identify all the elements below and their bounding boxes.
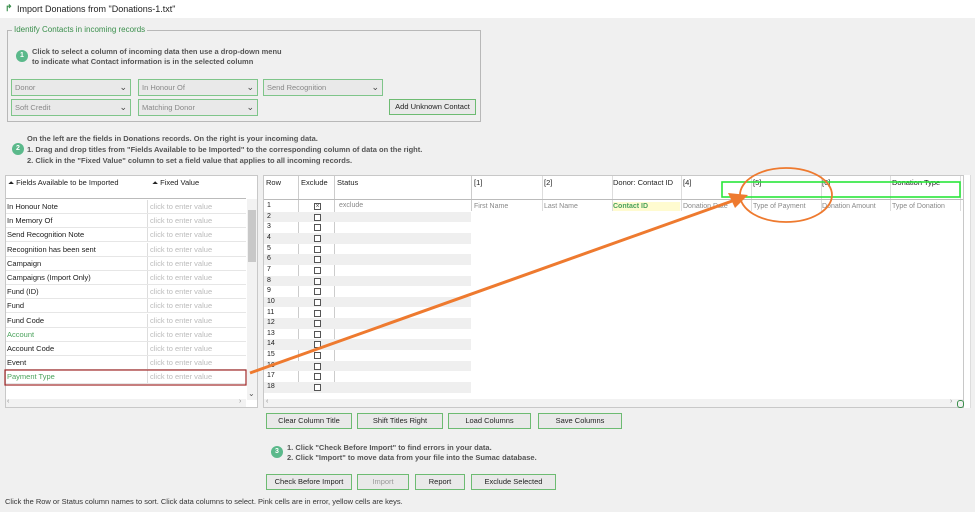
type-of-payment-circle <box>739 167 833 223</box>
annotation-overlay <box>4 167 961 386</box>
target-column-highlight <box>721 181 961 198</box>
payment-type-field-highlight <box>4 369 247 386</box>
drag-arrow-line <box>249 198 736 375</box>
